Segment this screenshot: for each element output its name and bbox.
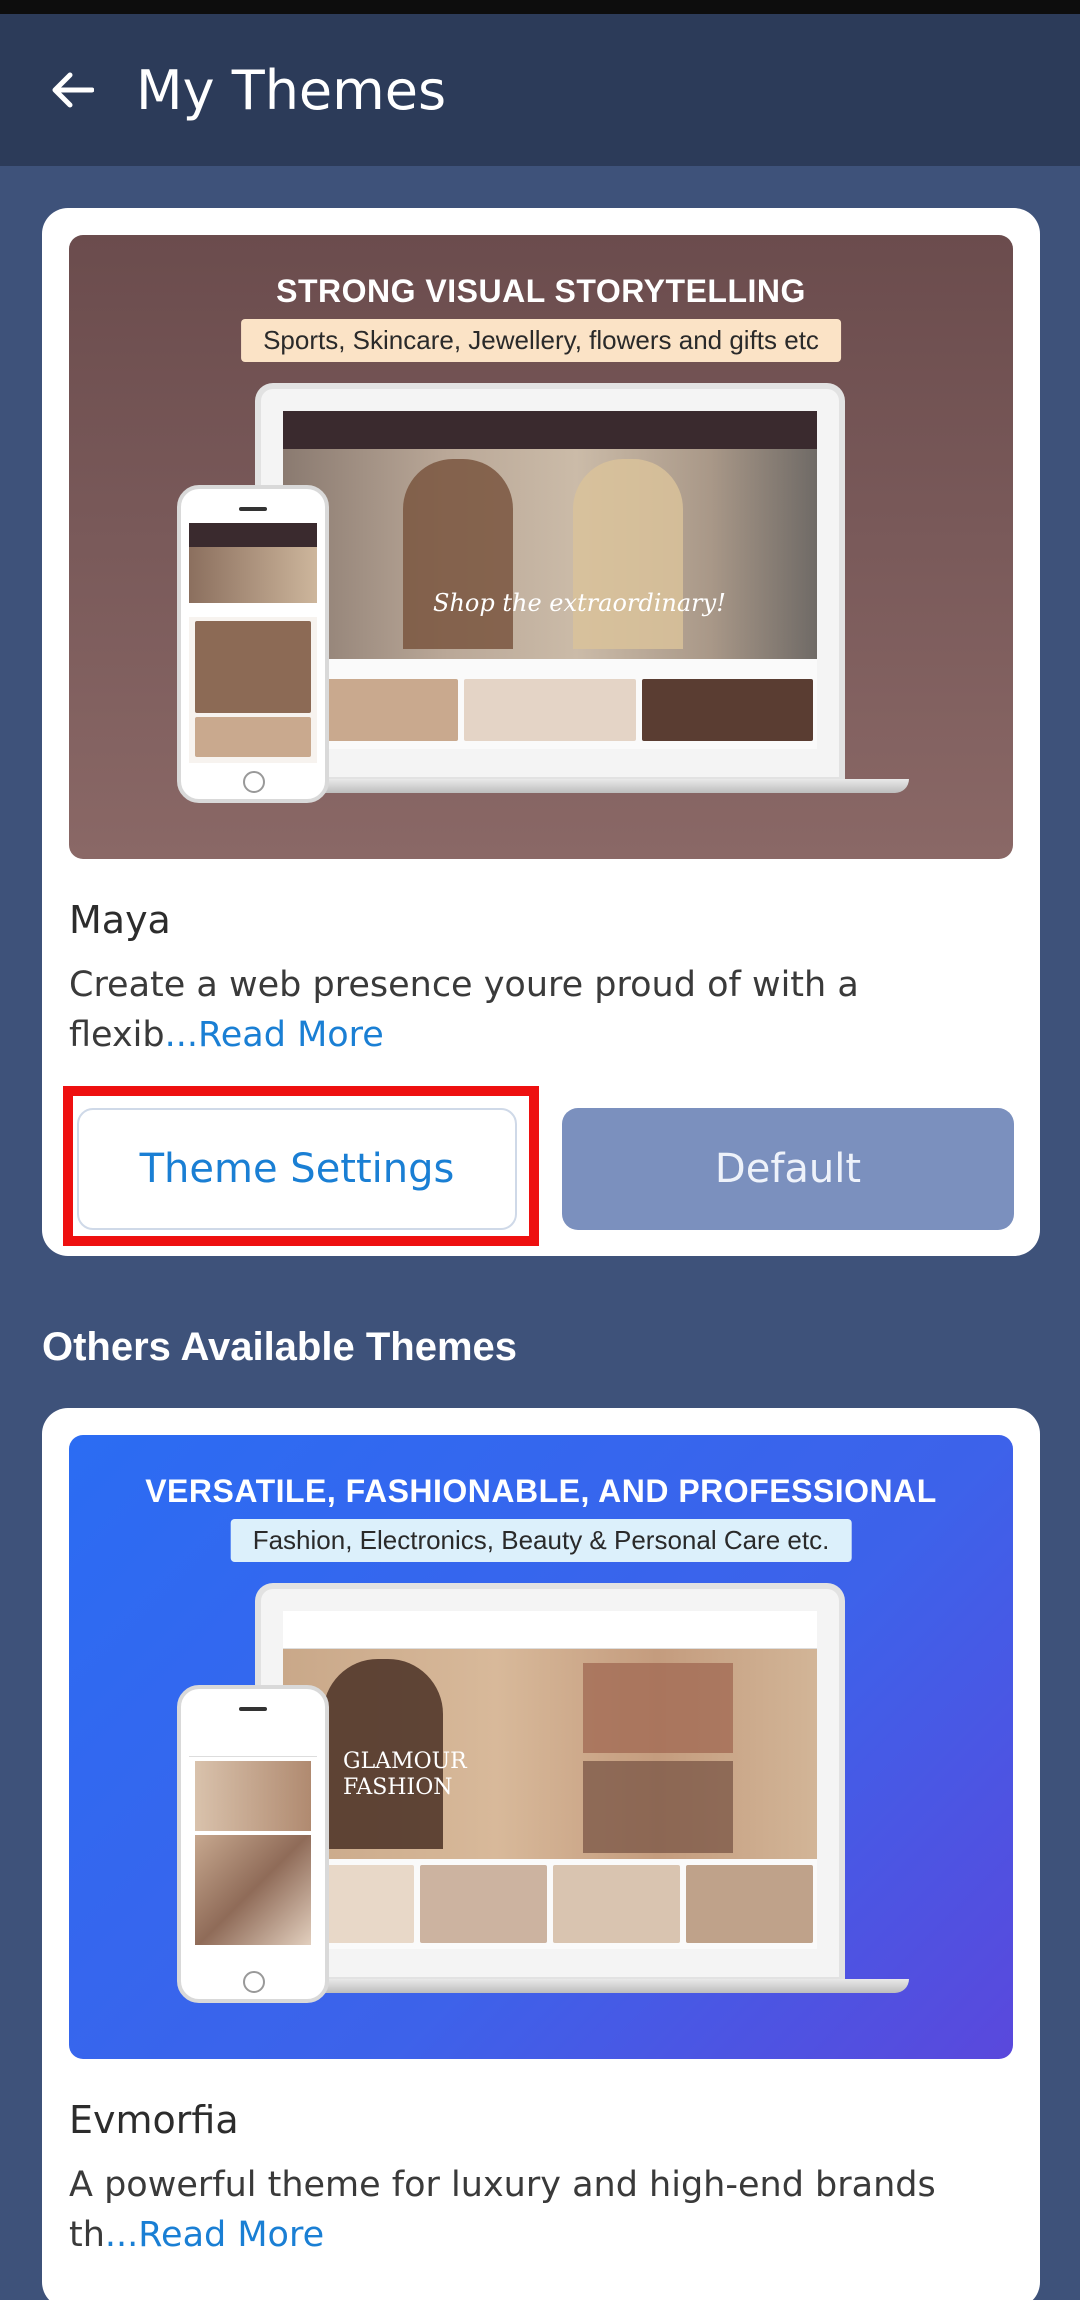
theme-name: Evmorfia	[69, 2098, 239, 2142]
theme-banner-image[interactable]: VERSATILE, FASHIONABLE, AND PROFESSIONAL…	[69, 1435, 1013, 2059]
theme-card: VERSATILE, FASHIONABLE, AND PROFESSIONAL…	[42, 1408, 1040, 2300]
back-button[interactable]	[32, 50, 112, 130]
app-bar: My Themes	[0, 14, 1080, 166]
phone-screen	[189, 1723, 317, 1963]
hero-caption: GLAMOUR FASHION	[343, 1749, 467, 1800]
laptop-mockup: GLAMOUR FASHION	[255, 1583, 845, 1983]
site-navbar	[283, 411, 817, 449]
hero-caption: Shop the extraordinary!	[433, 589, 726, 617]
site-navbar	[283, 1611, 817, 1649]
hero-photo: Shop the extraordinary!	[283, 449, 817, 659]
banner-tagline: Sports, Skincare, Jewellery, flowers and…	[241, 319, 841, 362]
default-button[interactable]: Default	[562, 1108, 1014, 1230]
phone-screen	[189, 523, 317, 763]
laptop-mockup: Shop the extraordinary!	[255, 383, 845, 783]
phone-mockup	[177, 1685, 329, 2003]
current-theme-card: STRONG VISUAL STORYTELLING Sports, Skinc…	[42, 208, 1040, 1256]
read-more-link[interactable]: ...Read More	[105, 2215, 324, 2255]
page-title: My Themes	[136, 58, 447, 122]
status-bar	[0, 0, 1080, 14]
laptop-screen: GLAMOUR FASHION	[283, 1611, 817, 1949]
thumbnail-strip	[283, 679, 817, 741]
laptop-screen: Shop the extraordinary!	[283, 411, 817, 749]
banner-headline: VERSATILE, FASHIONABLE, AND PROFESSIONAL	[145, 1473, 937, 1509]
theme-description: Create a web presence youre proud of wit…	[69, 960, 999, 1060]
banner-tagline: Fashion, Electronics, Beauty & Personal …	[230, 1519, 852, 1562]
hero-photo: GLAMOUR FASHION	[283, 1649, 817, 1859]
arrow-left-icon	[52, 72, 94, 108]
theme-name: Maya	[69, 898, 171, 942]
thumbnail-strip	[283, 1865, 817, 1943]
section-title: Others Available Themes	[42, 1325, 517, 1369]
theme-banner-image[interactable]: STRONG VISUAL STORYTELLING Sports, Skinc…	[69, 235, 1013, 859]
banner-headline: STRONG VISUAL STORYTELLING	[276, 273, 806, 309]
theme-settings-button[interactable]: Theme Settings	[77, 1108, 517, 1230]
phone-mockup	[177, 485, 329, 803]
theme-description: A powerful theme for luxury and high-end…	[69, 2160, 999, 2260]
read-more-link[interactable]: ...Read More	[165, 1015, 384, 1055]
